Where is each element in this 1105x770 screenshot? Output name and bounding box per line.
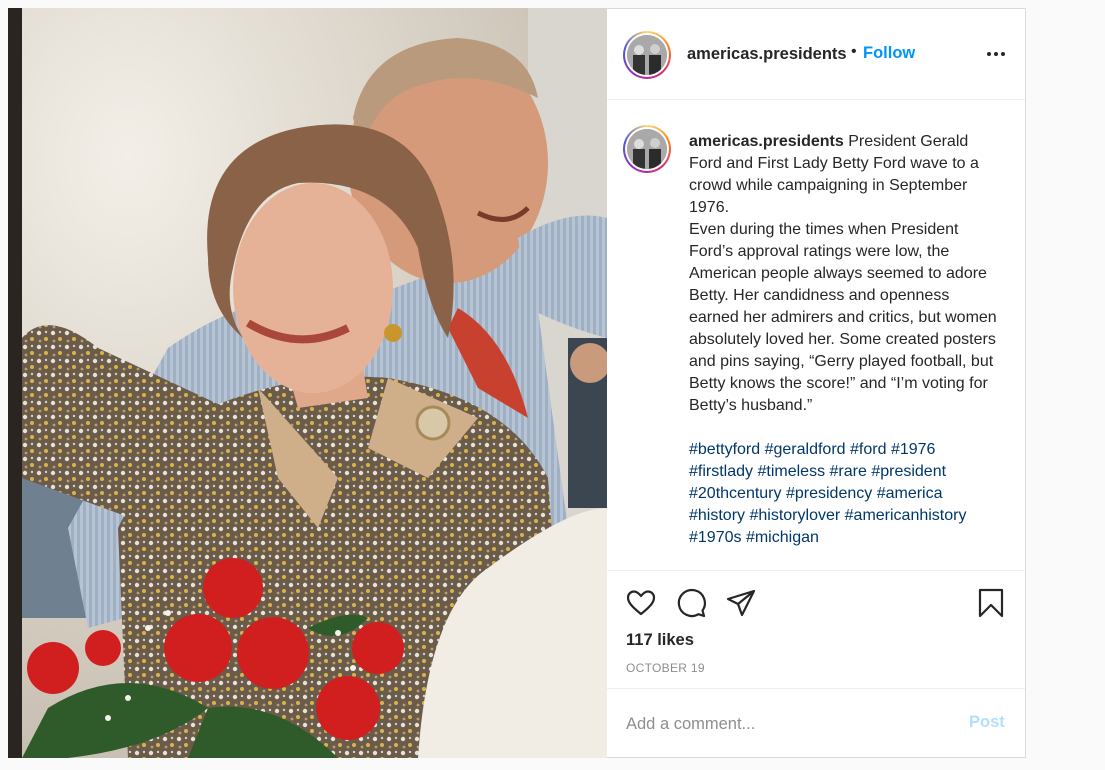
comment-form: Post [607,688,1025,758]
post-actions: 117 likes OCTOBER 19 [607,570,1025,698]
hashtag-link[interactable]: #america [877,485,943,502]
share-icon[interactable] [725,587,757,619]
hashtag-link[interactable]: #20thcentury [689,485,782,502]
hashtag-link[interactable]: #bettyford [689,441,760,458]
post-comment-button[interactable]: Post [969,713,1005,732]
hashtag-link[interactable]: #president [871,463,946,480]
separator-dot: • [851,43,857,60]
hashtag-link[interactable]: #1970s [689,529,742,546]
hashtag-link[interactable]: #geraldford [765,441,846,458]
hashtag-link[interactable]: #rare [830,463,867,480]
hashtag-list: #bettyford #geraldford #ford #1976 #firs… [689,439,999,549]
hashtag-link[interactable]: #presidency [786,485,872,502]
hashtag-link[interactable]: #americanhistory [845,507,967,524]
caption-text: americas.presidents President Gerald For… [689,131,999,549]
post-side-panel: americas.presidents • Follow americas.pr… [607,8,1026,758]
avatar[interactable] [623,31,671,79]
hashtag-link[interactable]: #1976 [891,441,936,458]
comment-input[interactable] [626,711,956,737]
likes-count[interactable]: 117 likes [626,631,694,650]
caption-line-2: Even during the times when President For… [689,221,997,414]
hashtag-link[interactable]: #ford [850,441,886,458]
post-header: americas.presidents • Follow [607,9,1025,100]
hashtag-link[interactable]: #firstlady [689,463,753,480]
instagram-post-view: americas.presidents • Follow americas.pr… [0,0,1105,770]
avatar-image [627,35,667,75]
heart-icon[interactable] [625,587,657,619]
caption-section: americas.presidents President Gerald For… [607,101,1025,571]
header-username-link[interactable]: americas.presidents [687,45,847,64]
hashtag-link[interactable]: #timeless [757,463,825,480]
caption-avatar[interactable] [623,125,671,173]
avatar-image [627,129,667,169]
follow-button[interactable]: Follow [863,44,915,63]
hashtag-link[interactable]: #history [689,507,745,524]
hashtag-link[interactable]: #historylover [749,507,840,524]
post-date[interactable]: OCTOBER 19 [626,661,705,675]
post-photo[interactable] [8,8,607,758]
post-photo-image [8,8,607,758]
comment-icon[interactable] [675,587,707,619]
bookmark-icon[interactable] [975,587,1007,619]
hashtag-link[interactable]: #michigan [746,529,819,546]
more-horizontal-icon[interactable] [983,43,1009,65]
caption-username-link[interactable]: americas.presidents [689,133,844,150]
